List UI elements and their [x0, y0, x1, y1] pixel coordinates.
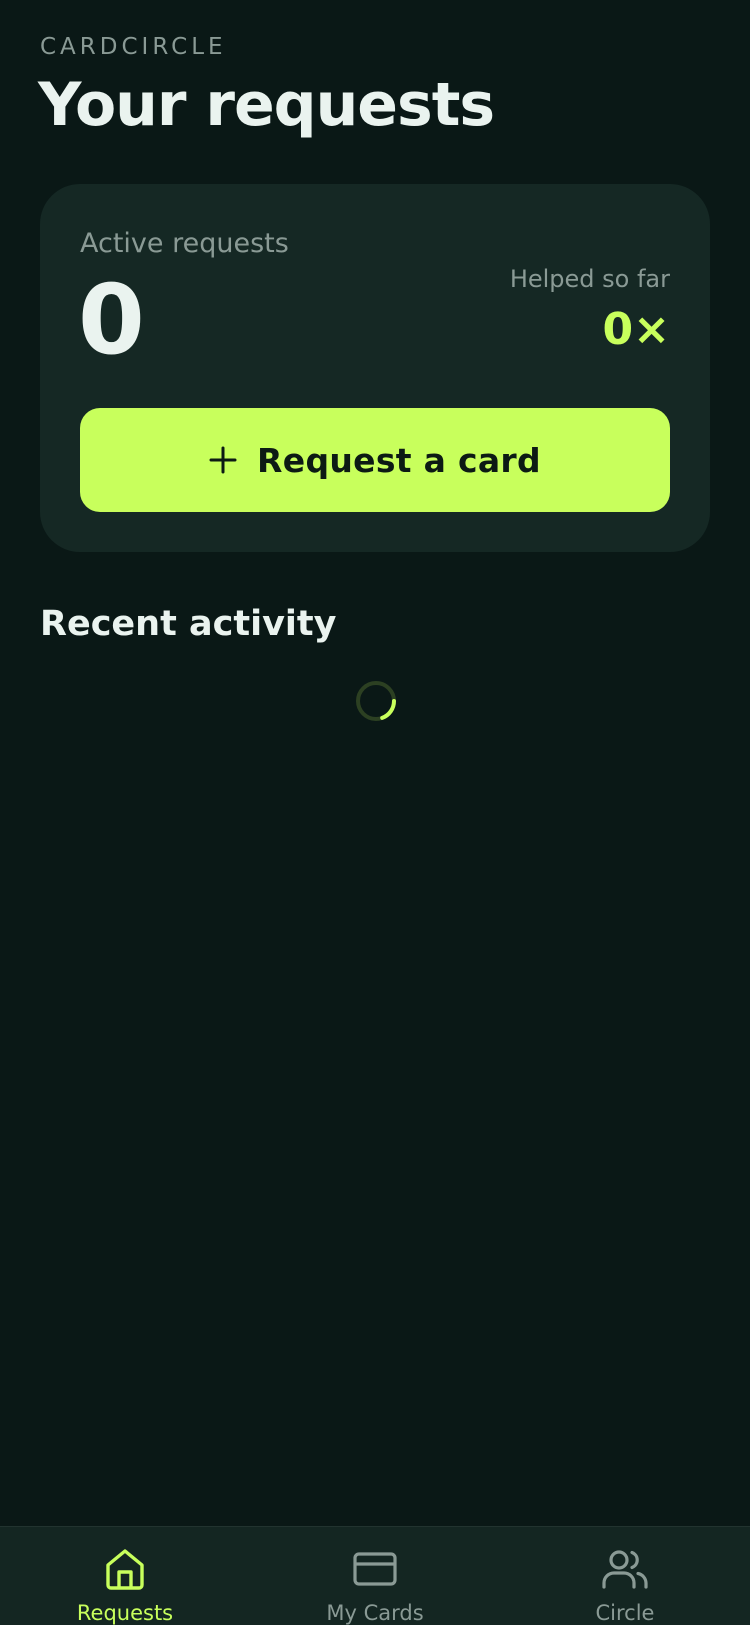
- card-icon: [351, 1545, 399, 1593]
- recent-activity-title: Recent activity: [40, 604, 337, 644]
- helped-so-far-count: 0×: [602, 304, 670, 355]
- plus-icon: [209, 446, 237, 474]
- nav-item-my-cards[interactable]: My Cards: [250, 1527, 500, 1625]
- nav-label-circle: Circle: [595, 1601, 655, 1625]
- requests-screen: CARDCIRCLE Your requests Active requests…: [0, 0, 750, 1625]
- active-requests-count: 0: [78, 264, 145, 376]
- loading-spinner: [355, 680, 397, 722]
- helped-so-far-label: Helped so far: [509, 265, 670, 293]
- users-icon: [601, 1545, 649, 1593]
- request-card-button[interactable]: Request a card: [80, 408, 670, 512]
- nav-label-my-cards: My Cards: [326, 1601, 424, 1625]
- app-brand: CARDCIRCLE: [40, 34, 227, 60]
- nav-label-requests: Requests: [76, 1601, 174, 1625]
- request-card-label: Request a card: [257, 440, 541, 480]
- nav-item-requests[interactable]: Requests: [0, 1527, 250, 1625]
- home-icon: [101, 1545, 149, 1593]
- active-requests-label: Active requests: [80, 228, 289, 259]
- summary-card: Active requests 0 Helped so far 0× Reque…: [40, 184, 710, 552]
- bottom-navigation: Requests My Cards Circle: [0, 1526, 750, 1625]
- page-title: Your requests: [38, 70, 495, 140]
- nav-item-circle[interactable]: Circle: [500, 1527, 750, 1625]
